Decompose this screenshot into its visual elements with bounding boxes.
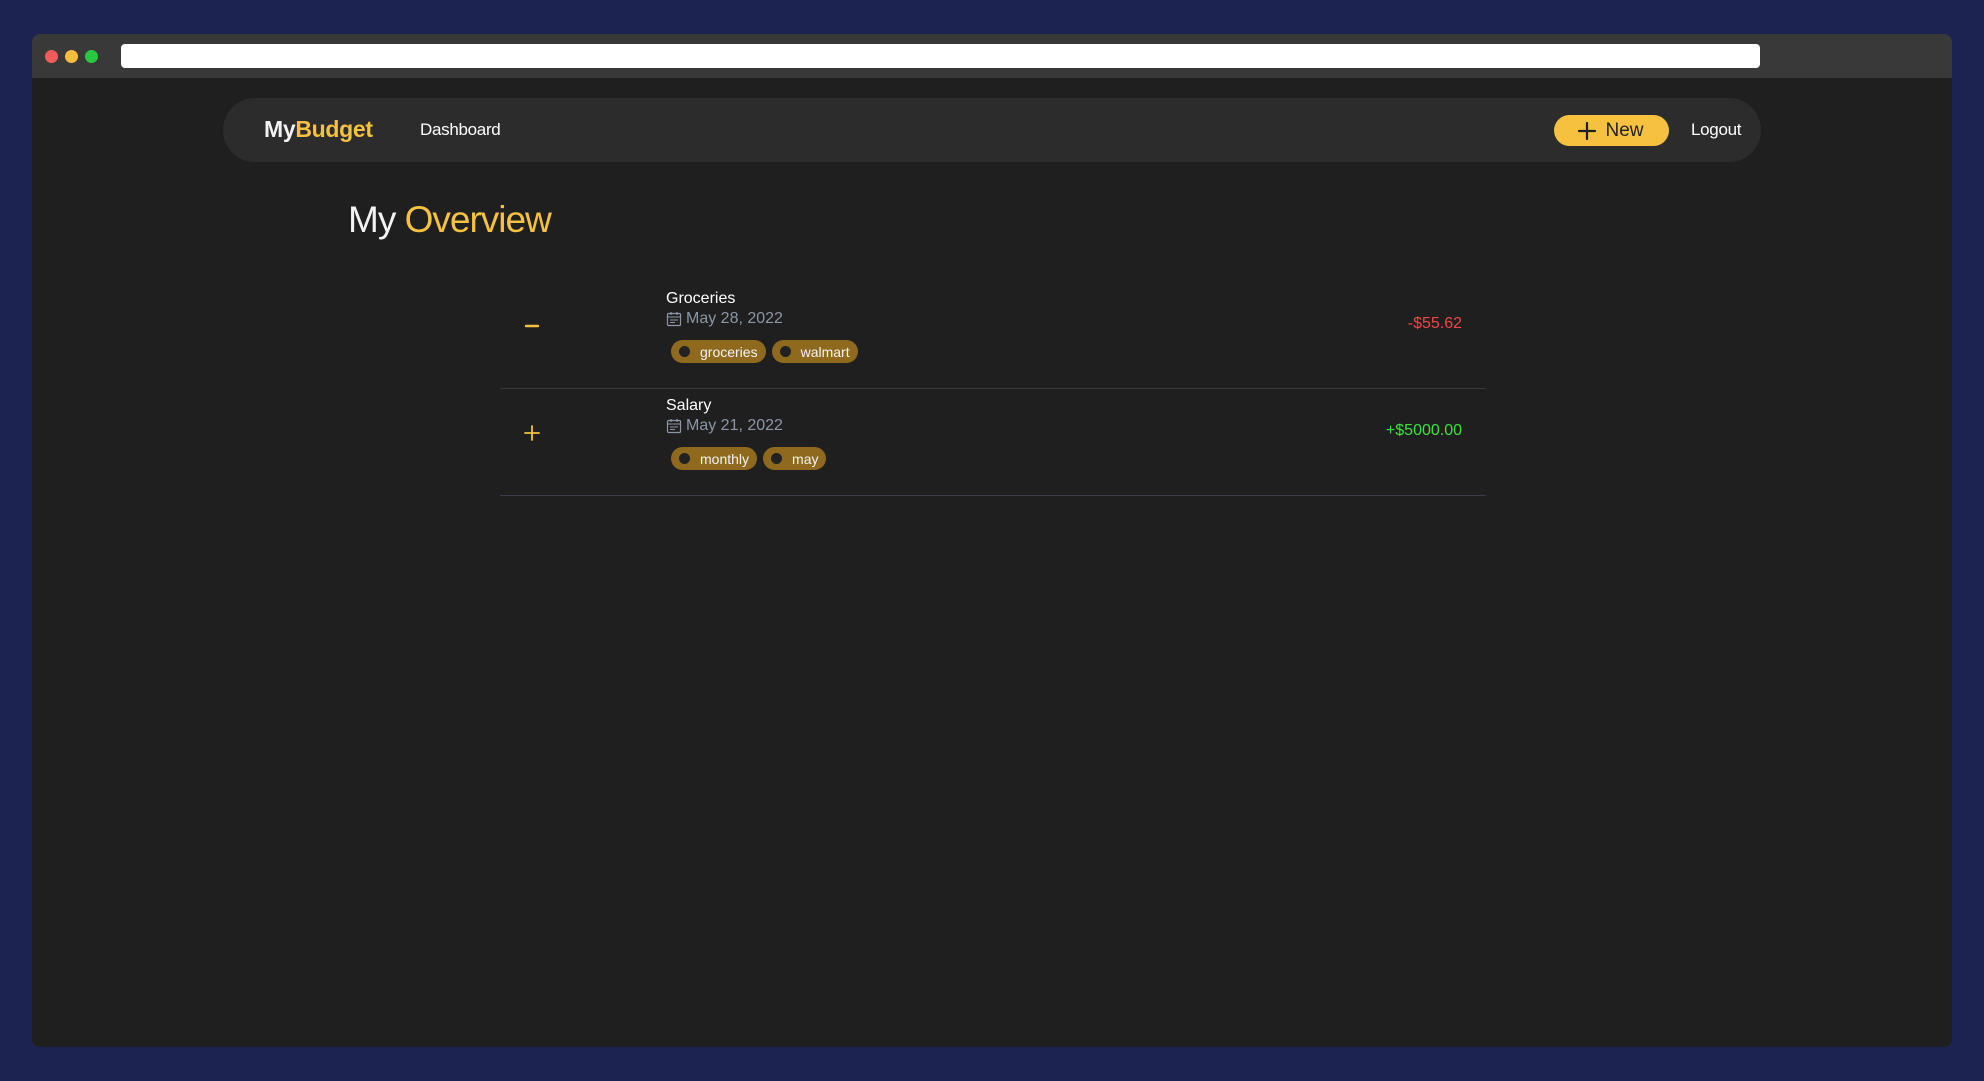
brand-logo-part2: Budget [295,116,373,142]
logout-link[interactable]: Logout [1691,120,1742,140]
minimize-window-button[interactable] [65,50,78,63]
plus-icon [1578,121,1597,140]
transaction-amount: +$5000.00 [1385,422,1462,439]
transaction-date-text: May 28, 2022 [686,310,783,327]
transaction-info: Groceries May 28, 2022 groceries walmart [666,289,858,363]
tag-chip[interactable]: may [763,447,827,470]
transaction-tags: groceries walmart [671,340,858,363]
page-title-part1: My [348,199,396,240]
tag-chip[interactable]: monthly [671,447,758,470]
calendar-icon [666,311,682,327]
page-title: My Overview [348,199,552,241]
transaction-amount: -$55.62 [1407,315,1462,332]
close-window-button[interactable] [45,50,58,63]
tag-dot-icon [779,346,791,357]
top-navbar: MyBudget Dashboard New Logout [223,98,1761,162]
tag-chip[interactable]: groceries [671,340,766,363]
brand-logo-part1: My [264,116,296,142]
maximize-window-button[interactable] [85,50,98,63]
transaction-name: Salary [666,397,712,414]
plus-icon [522,423,542,443]
transaction-name: Groceries [666,290,736,307]
tag-label: monthly [700,450,750,467]
tag-label: groceries [700,343,758,360]
new-button-label: New [1605,119,1644,141]
tag-dot-icon [679,453,690,464]
dashboard-link[interactable]: Dashboard [420,120,501,140]
calendar-icon [666,418,682,434]
transaction-date-text: May 21, 2022 [686,417,783,434]
transaction-info: Salary May 21, 2022 monthly may [666,396,827,470]
new-transaction-button[interactable]: New [1554,115,1669,146]
tag-label: walmart [800,343,850,360]
tag-chip[interactable]: walmart [771,340,858,363]
tag-dot-icon [679,346,690,357]
address-bar[interactable] [121,44,1760,68]
transaction-tags: monthly may [671,447,827,470]
browser-window: MyBudget Dashboard New Logout My Overvie… [32,34,1952,1047]
browser-titlebar [32,34,1952,78]
brand-logo[interactable]: MyBudget [264,116,373,143]
transaction-list: Groceries May 28, 2022 groceries walmart -$5… [500,282,1486,496]
transaction-row[interactable]: Salary May 21, 2022 monthly may +$5000.00 [500,389,1486,496]
transaction-row[interactable]: Groceries May 28, 2022 groceries walmart -$5… [500,282,1486,389]
minus-icon [522,316,542,336]
tag-label: may [792,450,819,467]
page-title-part2: Overview [404,199,552,240]
tag-dot-icon [771,453,783,464]
transaction-date: May 21, 2022 [666,416,826,436]
transaction-date: May 28, 2022 [666,309,858,329]
